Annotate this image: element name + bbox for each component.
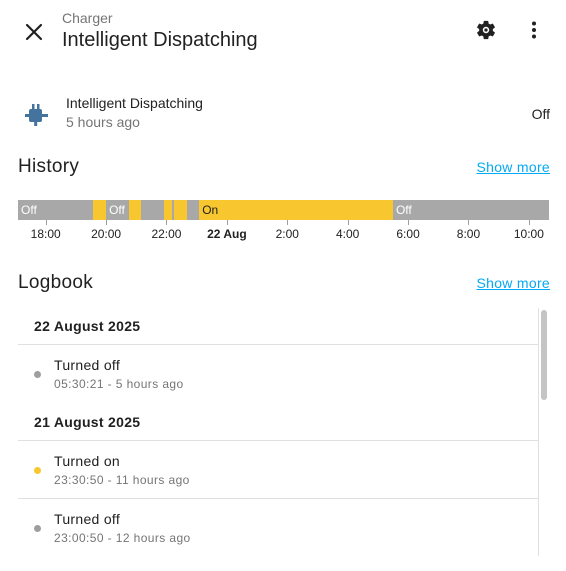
timeline-segment-label: Off (21, 203, 37, 217)
scrollbar-thumb[interactable] (541, 310, 547, 400)
logbook-heading: Logbook (18, 272, 94, 293)
timeline-segment-off[interactable]: Off (18, 200, 94, 220)
log-date-header: 21 August 2025 (34, 414, 141, 430)
tick-mark (408, 220, 410, 225)
tick-label: 8:00 (456, 227, 481, 241)
log-message: Turned off (54, 357, 121, 373)
timeline-segment-off[interactable]: Off (392, 200, 549, 220)
timeline-segment-on[interactable] (174, 200, 187, 220)
timeline-segment-off[interactable] (186, 200, 200, 220)
log-time: 05:30:21 - 5 hours ago (54, 377, 184, 391)
more-vertical-icon (532, 21, 536, 39)
tick-mark (347, 220, 349, 225)
timeline-segment-label: Off (395, 203, 412, 217)
logbook-show-more-link[interactable]: Show more (476, 275, 550, 291)
history-heading: History (18, 156, 80, 177)
timeline-segment-label: On (202, 203, 219, 217)
timeline-segment-on[interactable] (93, 200, 107, 220)
timeline-segment-on[interactable] (128, 200, 142, 220)
tick-label: 22 Aug (207, 227, 247, 241)
more-options-button[interactable] (520, 16, 548, 44)
ev-plug-icon (25, 104, 48, 126)
divider (18, 344, 538, 345)
history-show-more-link[interactable]: Show more (476, 159, 550, 175)
log-time: 23:00:50 - 12 hours ago (54, 531, 191, 545)
logbook-list[interactable]: 22 August 2025 Turned off 05:30:21 - 5 h… (18, 308, 550, 556)
entity-last-changed: 5 hours ago (66, 114, 140, 130)
close-icon (25, 23, 43, 41)
tick-label: 4:00 (335, 227, 360, 241)
more-info-dialog: Charger Intelligent Dispatching Intellig… (0, 0, 566, 571)
divider (18, 498, 538, 499)
divider (18, 440, 538, 441)
dialog-title: Intelligent Dispatching (62, 29, 258, 51)
timeline-segment-off[interactable]: Off (106, 200, 129, 220)
timeline-segment-off[interactable] (141, 200, 164, 220)
tick-mark (528, 220, 530, 225)
tick-mark (468, 220, 470, 225)
tick-mark (106, 220, 108, 225)
settings-button[interactable] (472, 16, 500, 44)
tick-mark (45, 220, 47, 225)
timeline-segment-on[interactable] (163, 200, 172, 220)
log-date-header: 22 August 2025 (34, 318, 141, 334)
gear-icon (477, 20, 495, 40)
timeline-axis: 18:00 20:00 22:00 22 Aug 2:00 4:00 6:00 8:00 10:… (18, 218, 549, 242)
tick-label: 6:00 (396, 227, 420, 241)
tick-mark (287, 220, 289, 225)
scrollbar-track (538, 308, 539, 556)
tick-mark (226, 220, 228, 225)
log-time: 23:30:50 - 11 hours ago (54, 473, 190, 487)
logbook-scrollbar[interactable] (538, 308, 550, 556)
history-timeline[interactable]: Off Off On Off (18, 200, 549, 220)
entity-state: Off (531, 106, 550, 122)
tick-label: 22:00 (151, 227, 182, 241)
close-button[interactable] (20, 18, 48, 46)
state-dot (34, 467, 41, 474)
tick-label: 10:00 (513, 227, 544, 241)
log-message: Turned off (54, 511, 121, 527)
entity-row: Intelligent Dispatching 5 hours ago Off (18, 90, 550, 138)
state-dot (34, 371, 41, 378)
timeline-segment-on[interactable]: On (199, 200, 393, 220)
breadcrumb[interactable]: Charger (62, 10, 113, 26)
log-message: Turned on (54, 453, 121, 469)
entity-name: Intelligent Dispatching (66, 95, 203, 111)
timeline-segment-label: Off (109, 203, 125, 217)
tick-mark (166, 220, 168, 225)
tick-label: 18:00 (30, 227, 61, 241)
tick-label: 2:00 (275, 227, 299, 241)
state-dot (34, 525, 41, 532)
tick-label: 20:00 (91, 227, 122, 241)
